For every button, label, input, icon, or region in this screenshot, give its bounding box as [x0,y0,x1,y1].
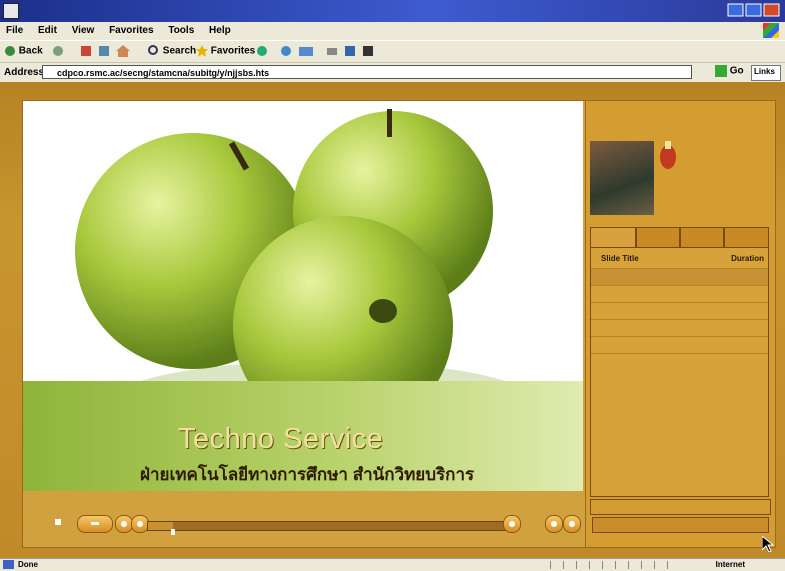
back-button[interactable]: Back [4,45,43,59]
home-button[interactable] [116,45,130,59]
slide-headline: Techno Service [178,423,384,455]
previous-icon [121,521,127,527]
address-bar: Address cdpco.rsmc.ac/secng/stamcna/subi… [0,62,785,83]
presenter-photo [590,141,654,215]
slide-list-header: Slide Title Duration [591,248,768,268]
play-pause-button[interactable] [77,515,113,533]
sidebar-link-bar[interactable] [592,517,769,533]
pause-icon [91,522,99,525]
history-icon [281,46,291,56]
favorites-button[interactable]: Favorites [196,45,255,59]
messenger-icon [363,46,373,56]
forward-arrow-icon [53,46,63,56]
tab-notes[interactable] [680,227,724,247]
menu-edit[interactable]: Edit [32,22,63,36]
presentation-player: Techno Service ฝ่ายเทคโนโลยีทางการศึกษา … [22,100,586,548]
page-status-icon [3,560,14,569]
tab-thumbnails[interactable] [636,227,680,247]
stop-icon [81,46,91,56]
fullscreen-button[interactable] [563,515,581,533]
go-label: Go [729,65,744,77]
logo-icon [658,139,678,171]
windows-logo-icon [763,23,779,38]
links-label: Links [754,67,775,76]
slide-row[interactable] [591,268,768,286]
window-title-bar [0,0,785,22]
status-text: Done [18,560,38,569]
star-icon [196,45,208,57]
menu-bar: File Edit View Favorites Tools Help [0,22,785,40]
tab-outline[interactable] [590,227,636,247]
menu-favorites[interactable]: Favorites [103,22,159,36]
go-arrow-icon [715,65,727,77]
next-icon [137,521,143,527]
outline-icon [551,521,557,527]
sidebar-panel: Slide Title Duration [585,100,776,548]
slide-subtitle: ฝ่ายเทคโนโลยีทางการศึกษา สำนักวิทยบริการ [140,465,475,484]
playback-controls [23,507,583,547]
sidebar-tabs [590,227,769,247]
slide-list: Slide Title Duration [590,247,769,497]
back-label: Back [18,45,43,57]
search-label: Search [162,45,197,57]
volume-button[interactable] [503,515,521,533]
tab-search[interactable] [724,227,769,247]
url-input[interactable]: cdpco.rsmc.ac/secng/stamcna/subitg/y/njj… [42,65,692,79]
volume-icon [509,521,515,527]
edit-button[interactable] [344,45,356,59]
print-button[interactable] [326,45,338,59]
edit-icon [345,46,355,56]
fullscreen-icon [569,521,575,527]
history-button[interactable] [280,45,292,59]
outline-button[interactable] [545,515,563,533]
status-segments [550,561,680,569]
forward-button[interactable] [52,45,64,59]
presenter-marker [53,517,63,530]
media-button[interactable] [256,45,268,59]
links-button[interactable]: Links [751,65,781,81]
window-controls[interactable] [727,3,781,20]
refresh-button[interactable] [98,45,110,59]
standard-toolbar: Back Search Favorites [0,40,785,63]
slide-row[interactable] [591,336,768,354]
slide-row[interactable] [591,302,768,320]
ie-app-icon[interactable] [3,3,19,19]
refresh-icon [99,46,109,56]
mouse-pointer-icon [761,534,775,555]
home-icon [116,45,130,57]
status-bar: Done Internet [0,558,785,571]
progress-fill [148,522,174,530]
progress-bar[interactable] [147,521,509,531]
go-button[interactable]: Go [715,65,747,79]
menu-help[interactable]: Help [203,22,237,36]
favorites-label: Favorites [210,45,256,57]
duration-column: Duration [731,254,764,263]
back-arrow-icon [5,46,15,56]
slide-row[interactable] [591,285,768,303]
marker-icon [55,519,61,525]
progress-thumb[interactable] [171,529,175,535]
print-icon [327,48,337,55]
media-icon [257,46,267,56]
stop-button[interactable] [80,45,92,59]
slide-row[interactable] [591,353,768,371]
sidebar-footer [590,499,771,515]
slide-row[interactable] [591,319,768,337]
menu-view[interactable]: View [66,22,101,36]
slide-title-column: Slide Title [601,254,639,263]
address-label: Address [4,67,45,78]
menu-file[interactable]: File [0,22,29,36]
mail-button[interactable] [298,45,320,59]
emblem-icon [660,141,676,169]
page-content: Techno Service ฝ่ายเทคโนโลยีทางการศึกษา … [0,82,785,558]
messenger-button[interactable] [362,45,374,59]
menu-tools[interactable]: Tools [162,22,200,36]
slide-image: Techno Service ฝ่ายเทคโนโลยีทางการศึกษา … [23,101,583,491]
search-icon [148,45,158,55]
search-button[interactable]: Search [148,45,196,59]
security-zone: Internet [715,560,745,569]
cursor-icon [761,534,775,553]
mail-icon [299,47,313,56]
minimize-maximize-close-icon[interactable] [727,3,781,17]
